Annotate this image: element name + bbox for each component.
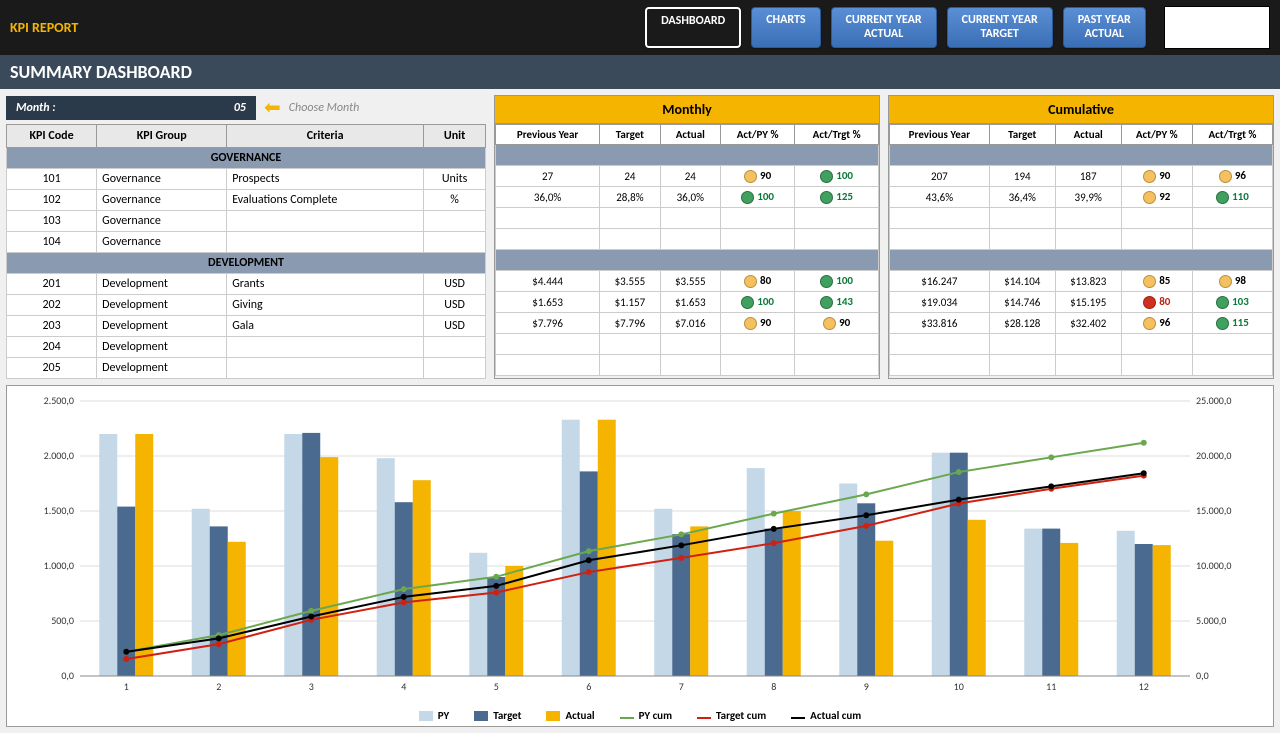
header-bar: KPI REPORT DASHBOARD CHARTS CURRENT YEAR… <box>0 0 1280 55</box>
kpi-row: 101GovernanceProspectsUnits <box>7 169 486 190</box>
svg-text:4: 4 <box>401 680 406 693</box>
logo: somekaExcel Solutions <box>1164 6 1270 49</box>
arrow-left-icon: ⬅ <box>264 95 281 120</box>
svg-text:10.000,0: 10.000,0 <box>1196 559 1231 572</box>
monthly-block: Monthly Previous YearTargetActualAct/PY … <box>494 95 880 379</box>
svg-text:15.000,0: 15.000,0 <box>1196 504 1231 517</box>
svg-text:9: 9 <box>864 680 869 693</box>
data-row: 43,6%36,4%39,9%92110 <box>890 187 1273 208</box>
nav-buttons: DASHBOARD CHARTS CURRENT YEAR ACTUAL CUR… <box>645 7 1146 47</box>
svg-text:2: 2 <box>216 680 221 693</box>
svg-text:12: 12 <box>1139 680 1149 693</box>
kpi-row: 204Development <box>7 337 486 358</box>
svg-text:2.500,0: 2.500,0 <box>44 394 74 407</box>
chart-legend: PY Target Actual PY cum Target cum Actua… <box>7 709 1273 722</box>
data-row: $33.816$28.128$32.40296115 <box>890 313 1273 334</box>
svg-text:6: 6 <box>586 680 591 693</box>
data-row: $1.653$1.157$1.653100143 <box>496 292 879 313</box>
svg-text:20.000,0: 20.000,0 <box>1196 449 1231 462</box>
nav-current-year-target[interactable]: CURRENT YEAR TARGET <box>947 7 1053 47</box>
svg-text:7: 7 <box>679 680 684 693</box>
data-row: 2071941879096 <box>890 166 1273 187</box>
col-unit: Unit <box>424 125 486 148</box>
kpi-row: 103Governance <box>7 211 486 232</box>
nav-charts[interactable]: CHARTS <box>751 7 820 47</box>
kpi-row: 104Governance <box>7 232 486 253</box>
data-row: $16.247$14.104$13.8238598 <box>890 271 1273 292</box>
nav-dashboard[interactable]: DASHBOARD <box>645 7 741 47</box>
data-row: $19.034$14.746$15.19580103 <box>890 292 1273 313</box>
svg-text:0,0: 0,0 <box>61 669 74 682</box>
svg-text:8: 8 <box>771 680 776 693</box>
kpi-row: 205Development <box>7 358 486 379</box>
data-row: 27242490100 <box>496 166 879 187</box>
svg-text:1.000,0: 1.000,0 <box>44 559 74 572</box>
kpi-row: 202DevelopmentGivingUSD <box>7 295 486 316</box>
kpi-row: 201DevelopmentGrantsUSD <box>7 274 486 295</box>
cumulative-header: Cumulative <box>889 96 1273 124</box>
page-title: SUMMARY DASHBOARD <box>0 55 1280 89</box>
svg-text:2.000,0: 2.000,0 <box>44 449 74 462</box>
svg-text:1.500,0: 1.500,0 <box>44 504 74 517</box>
svg-text:500,0: 500,0 <box>51 614 74 627</box>
kpi-row: 203DevelopmentGalaUSD <box>7 316 486 337</box>
month-hint: Choose Month <box>289 101 360 115</box>
col-kpi-group: KPI Group <box>97 125 227 148</box>
svg-text:10: 10 <box>954 680 964 693</box>
monthly-header: Monthly <box>495 96 879 124</box>
svg-text:25.000,0: 25.000,0 <box>1196 394 1231 407</box>
nav-current-year-actual[interactable]: CURRENT YEAR ACTUAL <box>831 7 937 47</box>
chart-area: 0,0 500,0 1.000,0 1.500,0 2.000,0 2.500,0 0,0 5… <box>6 385 1274 727</box>
cumulative-block: Cumulative Previous YearTargetActualAct/… <box>888 95 1274 379</box>
data-row: $4.444$3.555$3.55580100 <box>496 271 879 292</box>
col-criteria: Criteria <box>227 125 424 148</box>
kpi-row: 102GovernanceEvaluations Complete% <box>7 190 486 211</box>
kpi-table: KPI Code KPI Group Criteria Unit GOVERNA… <box>6 124 486 379</box>
data-row: 36,0%28,8%36,0%100125 <box>496 187 879 208</box>
svg-text:0,0: 0,0 <box>1196 669 1209 682</box>
group-header: DEVELOPMENT <box>7 253 486 274</box>
col-kpi-code: KPI Code <box>7 125 97 148</box>
data-row: $7.796$7.796$7.0169090 <box>496 313 879 334</box>
report-title: KPI REPORT <box>10 19 78 36</box>
svg-text:11: 11 <box>1046 680 1056 693</box>
svg-text:1: 1 <box>124 680 129 693</box>
svg-text:5: 5 <box>494 680 499 693</box>
svg-text:5.000,0: 5.000,0 <box>1196 614 1226 627</box>
month-selector[interactable]: Month :05 <box>6 96 256 120</box>
nav-past-year-actual[interactable]: PAST YEAR ACTUAL <box>1063 7 1146 47</box>
group-header: GOVERNANCE <box>7 148 486 169</box>
svg-text:3: 3 <box>309 680 314 693</box>
